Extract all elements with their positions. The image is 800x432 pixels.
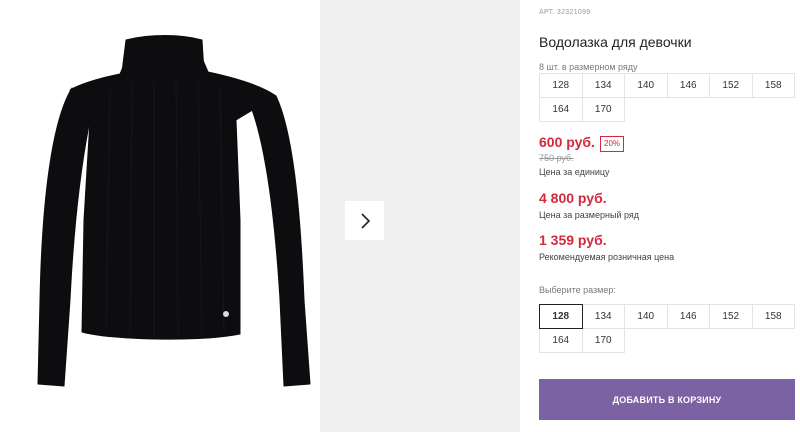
size-option-selected[interactable]: 128 bbox=[539, 304, 583, 329]
pack-size-cell: 164 bbox=[539, 97, 583, 122]
pack-size-label: 8 шт. в размерном ряду bbox=[539, 62, 638, 72]
retail-price: 1 359 руб. bbox=[539, 232, 607, 248]
size-option[interactable]: 140 bbox=[624, 304, 668, 329]
product-title: Водолазка для девочки bbox=[539, 34, 692, 50]
size-option[interactable]: 152 bbox=[709, 304, 753, 329]
old-price: 750 руб. bbox=[539, 153, 574, 163]
pack-size-cell: 128 bbox=[539, 73, 583, 98]
pack-size-cell: 170 bbox=[581, 97, 625, 122]
retail-price-caption: Рекомендуемая розничная цена bbox=[539, 252, 675, 262]
size-option[interactable]: 158 bbox=[751, 304, 795, 329]
size-option[interactable]: 134 bbox=[581, 304, 625, 329]
pack-size-grid: 128 134 140 146 152 158 164 170 bbox=[539, 73, 800, 122]
sku-label: АРТ. bbox=[539, 9, 555, 16]
pack-size-cell: 152 bbox=[709, 73, 753, 98]
discount-badge: 20% bbox=[600, 136, 625, 152]
gallery-side-panel bbox=[320, 0, 520, 432]
product-info: АРТ. 32321099 Водолазка для девочки 8 шт… bbox=[539, 0, 800, 432]
unit-price: 600 руб. bbox=[539, 134, 595, 150]
unit-price-caption: Цена за единицу bbox=[539, 167, 610, 177]
pack-size-cell: 134 bbox=[581, 73, 625, 98]
product-image bbox=[37, 35, 311, 387]
chevron-right-icon bbox=[360, 212, 370, 229]
size-picker-grid: 128 134 140 146 152 158 164 170 bbox=[539, 304, 800, 353]
size-option[interactable]: 146 bbox=[666, 304, 710, 329]
add-to-cart-button[interactable]: ДОБАВИТЬ В КОРЗИНУ bbox=[539, 379, 795, 420]
pack-price-caption: Цена за размерный ряд bbox=[539, 210, 640, 220]
size-option[interactable]: 164 bbox=[539, 328, 583, 353]
pack-size-cell: 158 bbox=[751, 73, 795, 98]
size-option[interactable]: 170 bbox=[581, 328, 625, 353]
sku-line: АРТ. 32321099 bbox=[539, 9, 590, 16]
size-picker-label: Выберите размер: bbox=[539, 285, 616, 295]
sku-number: 32321099 bbox=[556, 9, 591, 16]
next-image-button[interactable] bbox=[345, 201, 384, 240]
pack-price: 4 800 руб. bbox=[539, 190, 607, 206]
pack-size-cell: 146 bbox=[666, 73, 710, 98]
pack-size-cell: 140 bbox=[624, 73, 668, 98]
product-image-panel bbox=[0, 0, 320, 432]
